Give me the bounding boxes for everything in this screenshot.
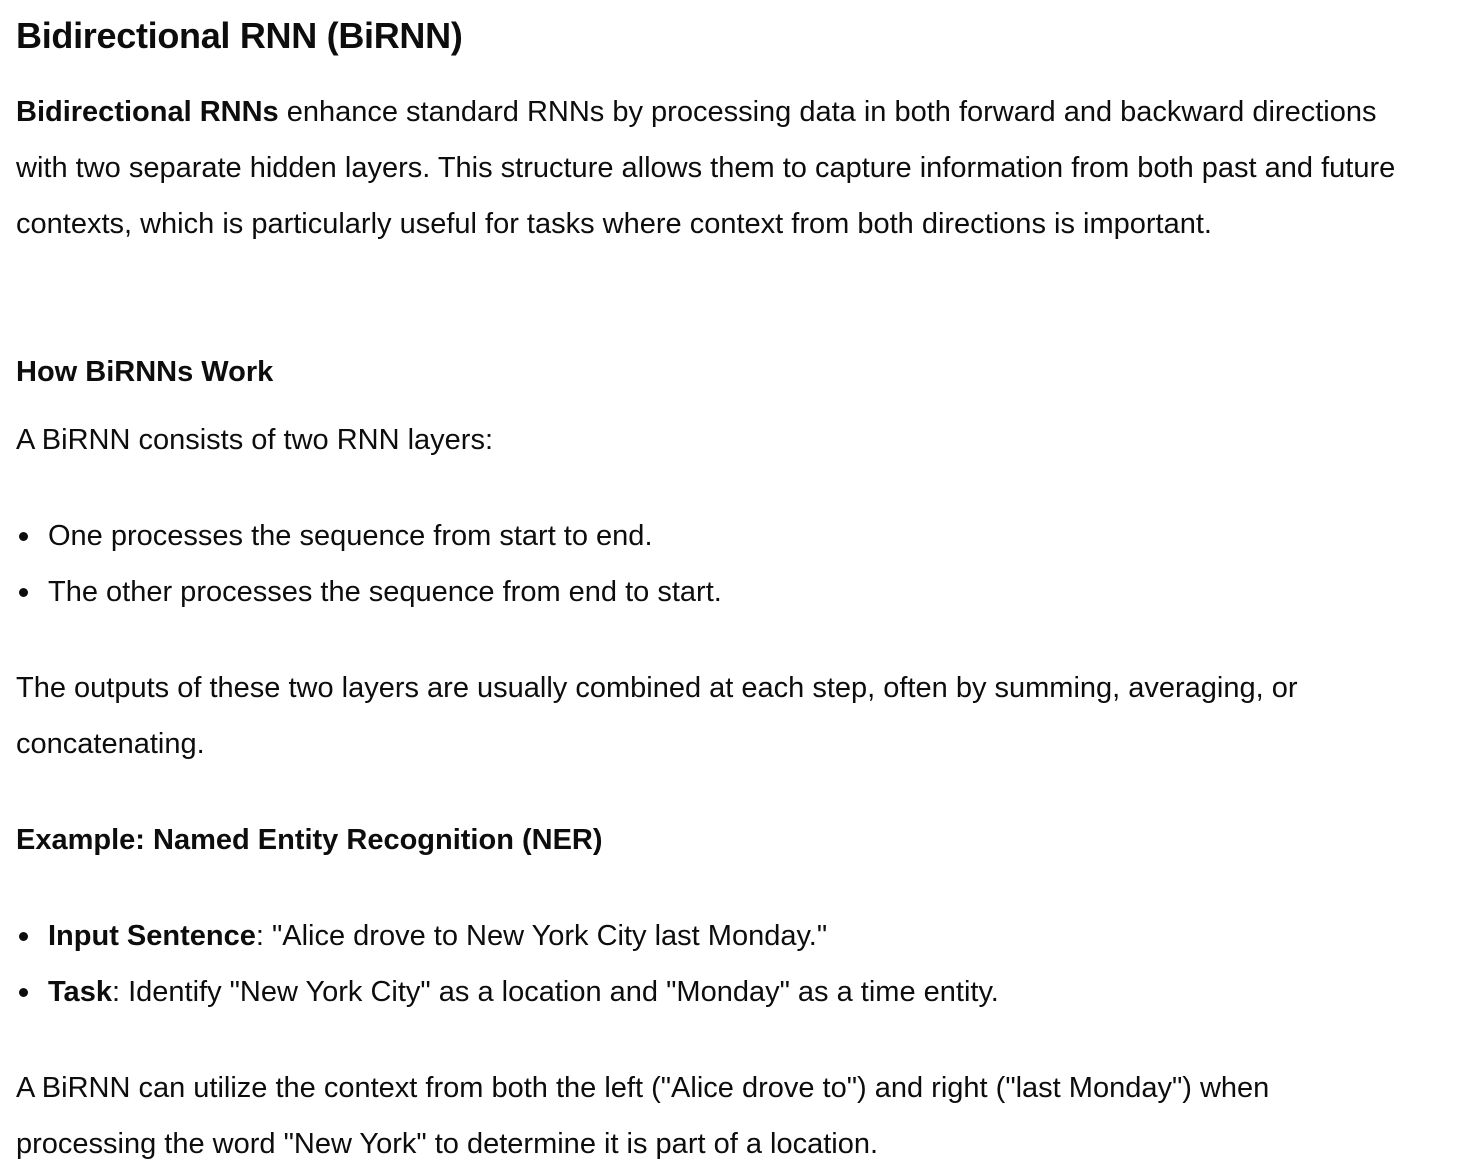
intro-paragraph: Bidirectional RNNs enhance standard RNNs…: [16, 84, 1416, 252]
bullet-text: : Identify "New York City" as a location…: [111, 976, 999, 1008]
document: Bidirectional RNN (BiRNN) Bidirectional …: [0, 0, 1458, 1172]
list-item: Input Sentence: "Alice drove to New York…: [16, 908, 1416, 964]
list-item: One processes the sequence from start to…: [16, 508, 1416, 564]
how-heading: How BiRNNs Work: [16, 356, 274, 388]
bullet-text: : "Alice drove to New York City last Mon…: [255, 920, 828, 952]
how-bullet-list: One processes the sequence from start to…: [16, 508, 1416, 620]
page-title: Bidirectional RNN (BiRNN): [16, 15, 463, 56]
closing-paragraph: A BiRNN can utilize the context from bot…: [16, 1072, 1270, 1160]
list-item: The other processes the sequence from en…: [16, 564, 1416, 620]
how-intro-paragraph: A BiRNN consists of two RNN layers:: [16, 424, 494, 456]
list-item: Task: Identify "New York City" as a loca…: [16, 964, 1416, 1020]
example-bullet-list: Input Sentence: "Alice drove to New York…: [16, 908, 1416, 1020]
intro-bold-term: Bidirectional RNNs: [16, 96, 279, 128]
outputs-paragraph: The outputs of these two layers are usua…: [16, 672, 1298, 760]
bullet-bold-term: Task: [48, 976, 112, 1008]
bullet-bold-term: Input Sentence: [48, 920, 256, 952]
example-heading: Example: Named Entity Recognition (NER): [16, 824, 603, 856]
